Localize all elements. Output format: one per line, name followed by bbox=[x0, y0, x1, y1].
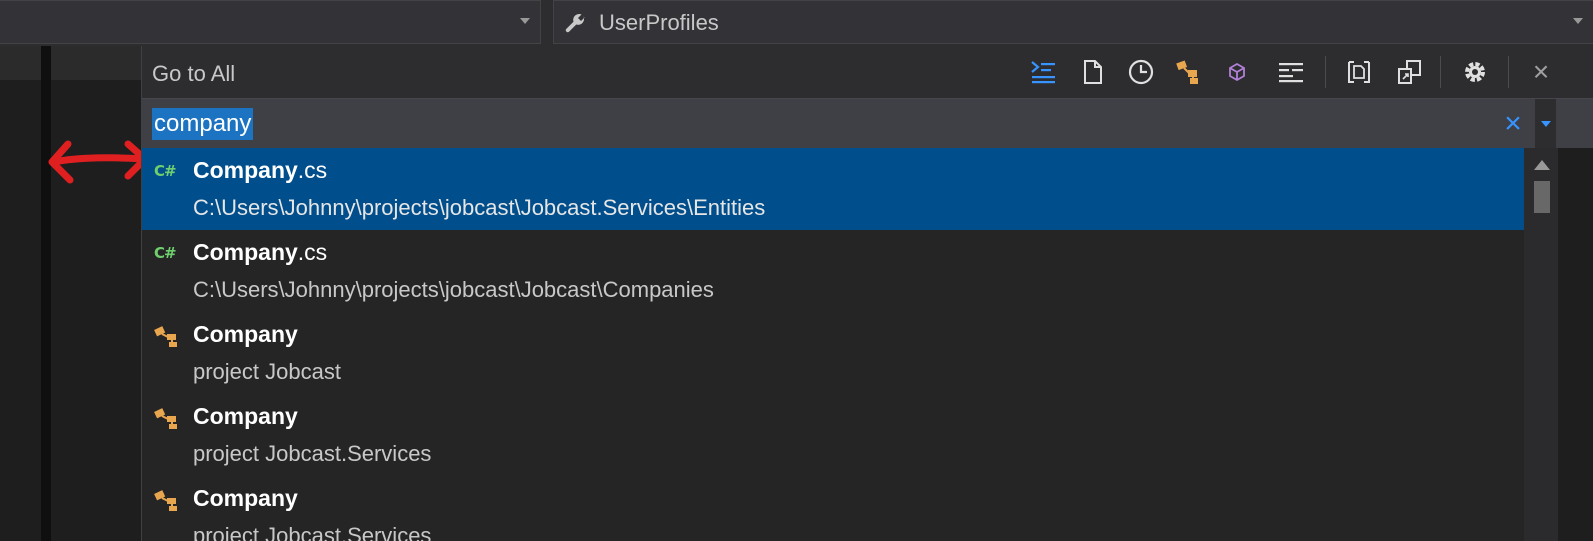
types-filter-icon[interactable] bbox=[1172, 55, 1206, 89]
toolbar-separator bbox=[1508, 56, 1509, 88]
csharp-file-icon: C# bbox=[154, 162, 177, 180]
result-match: Company bbox=[193, 157, 298, 183]
project-combo[interactable] bbox=[0, 0, 541, 44]
settings-icon[interactable] bbox=[1458, 55, 1492, 89]
go-to-all-panel: Go to All × company × C# Company.cs C:\U… bbox=[141, 46, 1593, 541]
editor-area bbox=[0, 46, 141, 541]
panel-title: Go to All bbox=[152, 61, 236, 86]
result-ext: .cs bbox=[297, 157, 328, 183]
result-name: Company bbox=[193, 321, 298, 348]
lines-filter-icon[interactable] bbox=[1026, 55, 1060, 89]
scrollbar-thumb[interactable] bbox=[1534, 181, 1550, 213]
result-detail: project Jobcast.Services bbox=[193, 523, 432, 541]
symbols-filter-icon[interactable] bbox=[1220, 55, 1254, 89]
result-ext: .cs bbox=[297, 239, 328, 265]
class-icon bbox=[154, 408, 177, 429]
result-item[interactable]: Company project Jobcast.Services bbox=[142, 476, 1524, 541]
class-icon bbox=[154, 490, 177, 511]
editor-margin-line bbox=[41, 46, 51, 541]
close-icon[interactable]: × bbox=[1524, 55, 1558, 89]
result-match: Company bbox=[193, 321, 298, 347]
toolbar-separator bbox=[1440, 56, 1441, 88]
chevron-down-icon bbox=[520, 18, 530, 24]
external-items-icon[interactable] bbox=[1392, 55, 1426, 89]
result-item[interactable]: C# Company.cs C:\Users\Johnny\projects\j… bbox=[142, 148, 1524, 230]
result-detail: C:\Users\Johnny\projects\jobcast\Jobcast… bbox=[193, 195, 766, 220]
results-list: C# Company.cs C:\Users\Johnny\projects\j… bbox=[142, 148, 1524, 541]
result-name: Company bbox=[193, 485, 298, 512]
result-match: Company bbox=[193, 485, 298, 511]
chevron-down-icon bbox=[1541, 121, 1551, 127]
members-filter-icon[interactable] bbox=[1274, 55, 1308, 89]
wrench-icon bbox=[565, 14, 585, 33]
panel-right-gutter bbox=[1558, 148, 1593, 541]
scroll-up-icon[interactable] bbox=[1534, 160, 1550, 170]
result-item[interactable]: Company project Jobcast bbox=[142, 312, 1524, 394]
result-name: Company.cs bbox=[193, 239, 327, 266]
member-combo-label: UserProfiles bbox=[599, 10, 719, 35]
recent-files-icon[interactable] bbox=[1124, 55, 1158, 89]
annotation-double-arrow-icon bbox=[48, 140, 149, 184]
file-filter-icon[interactable] bbox=[1076, 55, 1110, 89]
result-item[interactable]: C# Company.cs C:\Users\Johnny\projects\j… bbox=[142, 230, 1524, 312]
chevron-down-icon bbox=[1573, 18, 1583, 24]
current-document-icon[interactable] bbox=[1342, 55, 1376, 89]
search-box[interactable]: company × bbox=[142, 98, 1593, 149]
result-name: Company bbox=[193, 403, 298, 430]
result-detail: project Jobcast bbox=[193, 359, 341, 384]
result-detail: C:\Users\Johnny\projects\jobcast\Jobcast… bbox=[193, 277, 714, 302]
result-match: Company bbox=[193, 239, 298, 265]
csharp-file-icon: C# bbox=[154, 244, 177, 262]
toolbar-separator bbox=[1325, 56, 1326, 88]
results-scrollbar[interactable] bbox=[1524, 148, 1558, 541]
search-history-dropdown[interactable] bbox=[1534, 99, 1556, 149]
search-input[interactable]: company bbox=[152, 108, 254, 140]
member-combo[interactable]: UserProfiles bbox=[553, 0, 1593, 44]
clear-search-icon[interactable]: × bbox=[1497, 107, 1529, 141]
result-match: Company bbox=[193, 403, 298, 429]
class-icon bbox=[154, 326, 177, 347]
result-detail: project Jobcast.Services bbox=[193, 441, 432, 466]
top-bar: UserProfiles bbox=[0, 0, 1593, 46]
panel-header: Go to All × bbox=[142, 46, 1593, 98]
result-name: Company.cs bbox=[193, 157, 327, 184]
result-item[interactable]: Company project Jobcast.Services bbox=[142, 394, 1524, 476]
editor-tab-strip bbox=[0, 46, 141, 80]
